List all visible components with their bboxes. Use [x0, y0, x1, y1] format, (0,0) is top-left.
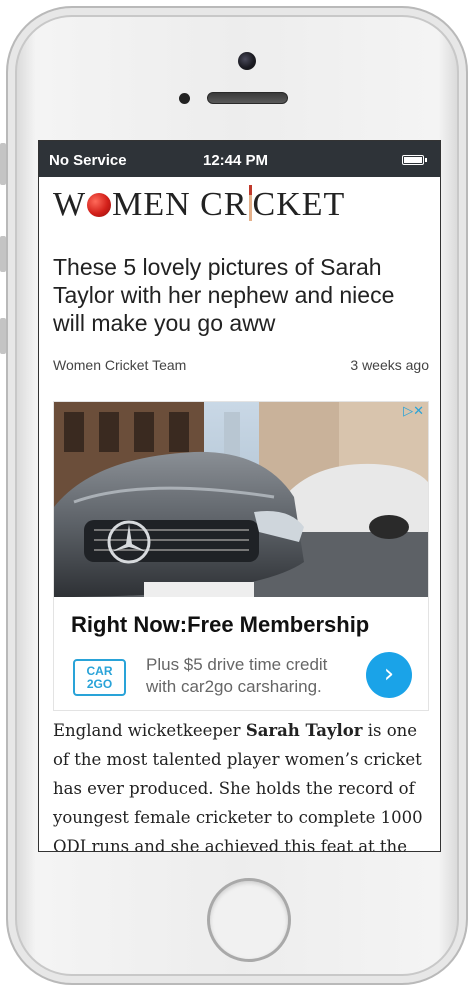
ad-description[interactable]: Plus $5 drive time credit with car2go ca…	[146, 654, 356, 698]
ad-image[interactable]: ▷✕	[54, 402, 428, 597]
ad-title[interactable]: Right Now:Free Membership	[71, 612, 369, 638]
status-bar: No Service 12:44 PM	[39, 141, 440, 177]
article-headline: These 5 lovely pictures of Sarah Taylor …	[53, 254, 395, 336]
logo-text-2: MEN CR	[112, 186, 248, 223]
volume-up-button	[0, 236, 6, 272]
carrier-label: No Service	[49, 152, 127, 169]
body-text-name: Sarah Taylor	[245, 721, 363, 740]
ad-cta-button[interactable]: ›	[366, 652, 412, 698]
article-date: 3 weeks ago	[350, 357, 429, 373]
home-button[interactable]	[207, 878, 291, 962]
phone-screen: No Service 12:44 PM W MEN CR CKET These 5 …	[38, 140, 441, 852]
proximity-sensor	[179, 93, 190, 104]
ad-logo-line-2: 2GO	[86, 677, 113, 691]
mute-switch	[0, 143, 6, 185]
body-text-rest: is one of the most talented player women…	[53, 721, 423, 852]
site-logo[interactable]: W MEN CR CKET	[53, 185, 383, 229]
advertisement[interactable]: ▷✕ Right Now:Free Membership CAR 2GO Plu…	[53, 401, 429, 711]
front-camera	[238, 52, 256, 70]
battery-icon	[402, 155, 427, 165]
article-body: England wicketkeeper Sarah Taylor is one…	[53, 716, 433, 852]
car2go-logo: CAR 2GO	[73, 659, 126, 696]
ad-choices-icon[interactable]: ▷✕	[403, 404, 424, 419]
volume-down-button	[0, 318, 6, 354]
cricket-ball-icon	[87, 193, 112, 217]
article-author[interactable]: Women Cricket Team	[53, 357, 186, 373]
chevron-right-icon: ›	[383, 659, 395, 689]
car-street-photo	[54, 402, 428, 597]
status-time: 12:44 PM	[203, 152, 269, 169]
logo-text-1: W	[53, 186, 87, 223]
logo-text-3: CKET	[252, 186, 346, 223]
earpiece-speaker	[207, 92, 288, 104]
cricket-bat-icon	[248, 185, 252, 221]
body-text-intro: England wicketkeeper	[53, 721, 246, 740]
